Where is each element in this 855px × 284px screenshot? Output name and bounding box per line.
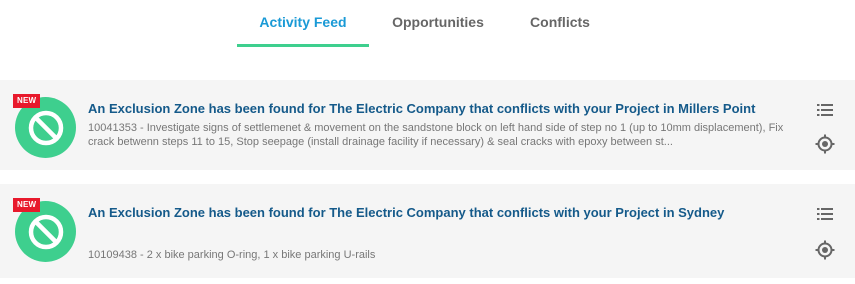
feed-item-avatar: NEW [13, 198, 76, 262]
tab-bar: Activity Feed Opportunities Conflicts [0, 0, 855, 48]
locate-icon[interactable] [814, 239, 836, 261]
tab-conflicts[interactable]: Conflicts [510, 14, 610, 48]
new-badge: NEW [13, 94, 41, 108]
new-badge: NEW [13, 198, 41, 212]
feed-item[interactable]: NEW An Exclusion Zone has been found for… [0, 184, 855, 278]
feed-item-title[interactable]: An Exclusion Zone has been found for The… [88, 205, 724, 220]
feed-item-description: 10041353 - Investigate signs of settleme… [88, 122, 784, 148]
list-icon[interactable] [814, 203, 836, 225]
tab-activity-feed[interactable]: Activity Feed [237, 14, 369, 48]
tab-opportunities[interactable]: Opportunities [378, 14, 498, 48]
feed-item-description: 10109438 - 2 x bike parking O-ring, 1 x … [88, 249, 376, 261]
locate-icon[interactable] [814, 133, 836, 155]
feed-item[interactable]: NEW An Exclusion Zone has been found for… [0, 80, 855, 170]
feed-item-avatar: NEW [13, 94, 76, 158]
list-icon[interactable] [814, 99, 836, 121]
active-tab-indicator [237, 44, 369, 47]
feed-item-title[interactable]: An Exclusion Zone has been found for The… [88, 101, 755, 116]
